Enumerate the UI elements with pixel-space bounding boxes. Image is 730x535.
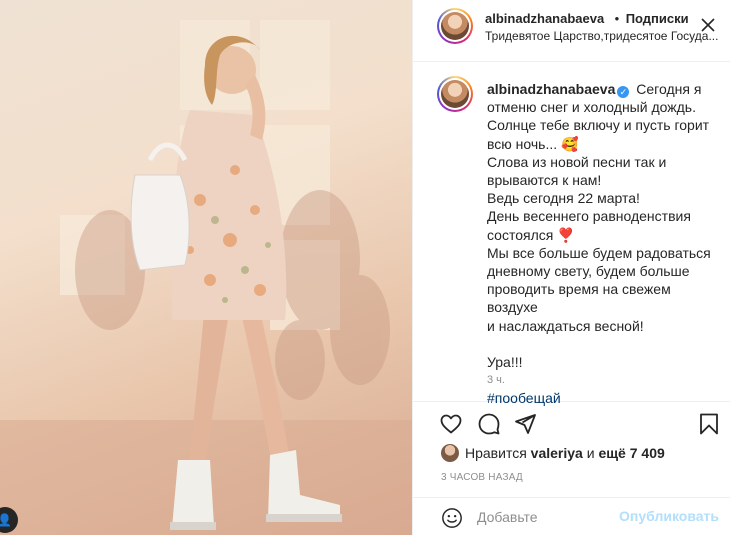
add-comment-bar: Опубликовать bbox=[413, 497, 730, 535]
author-avatar[interactable] bbox=[437, 8, 473, 44]
caption-line: Ура!!! bbox=[487, 354, 523, 371]
bookmark-icon[interactable] bbox=[697, 412, 721, 436]
caption-author-avatar[interactable] bbox=[437, 76, 473, 112]
liker-avatar[interactable] bbox=[441, 444, 459, 462]
caption-author-username[interactable]: albinadzhanabaeva bbox=[487, 81, 615, 97]
likes-text: Нравится valeriya и ещё 7 409 bbox=[465, 445, 665, 461]
post-timestamp[interactable]: 3 ЧАСОВ НАЗАД bbox=[441, 472, 523, 483]
caption-time-ago[interactable]: 3 ч. bbox=[487, 374, 505, 386]
caption-avatar-image bbox=[441, 80, 469, 108]
post-actions-bar bbox=[413, 402, 730, 446]
post-location[interactable]: Тридевятое Царство,тридесятое Госуда... bbox=[485, 29, 718, 43]
follow-separator: • bbox=[614, 11, 620, 26]
caption-line: проводить время на свежем воздухе bbox=[487, 281, 671, 316]
photo-illustration bbox=[0, 20, 412, 535]
publish-comment-button[interactable]: Опубликовать bbox=[619, 508, 719, 524]
liker-username[interactable]: valeriya bbox=[531, 445, 583, 461]
comment-input[interactable] bbox=[477, 506, 617, 528]
paper-plane-icon[interactable] bbox=[513, 412, 537, 436]
heart-icon[interactable] bbox=[439, 412, 463, 436]
likes-prefix: Нравится bbox=[465, 445, 527, 461]
caption-line: Мы все больше будем радоваться bbox=[487, 244, 711, 261]
caption-line: отменю снег и холодный дождь. bbox=[487, 99, 696, 116]
caption-line: Ведь сегодня 22 марта! bbox=[487, 190, 640, 207]
author-username[interactable]: albinadzhanabaeva bbox=[485, 11, 604, 26]
comment-bubble-icon[interactable] bbox=[477, 412, 501, 436]
post-caption: albinadzhanabaeva ✓ Сегодня я отменю снег… bbox=[487, 80, 723, 408]
smiley-icon[interactable] bbox=[441, 507, 463, 529]
verified-badge-icon: ✓ bbox=[617, 86, 630, 98]
post-header: albinadzhanabaeva • Подписки Тридевятое … bbox=[413, 0, 730, 62]
caption-line: День весеннего равноденствия bbox=[487, 208, 691, 225]
comments-area: albinadzhanabaeva ✓ Сегодня я отменю снег… bbox=[413, 62, 730, 406]
author-avatar-image bbox=[441, 12, 469, 40]
follow-button[interactable]: Подписки bbox=[626, 11, 689, 26]
likes-count-link[interactable]: ещё 7 409 bbox=[598, 445, 664, 461]
post-photo[interactable]: 👤 bbox=[0, 0, 412, 535]
caption-line: и наслаждаться весной! bbox=[487, 317, 644, 334]
caption-line: Слова из новой песни так и bbox=[487, 153, 667, 170]
more-dots-icon[interactable] bbox=[699, 16, 717, 34]
likes-middle: и bbox=[586, 445, 595, 461]
caption-line: всю ночь... 🥰 bbox=[487, 135, 579, 152]
caption-line: дневному свету, будем больше bbox=[487, 263, 690, 280]
caption-line: состоялся ❣️ bbox=[487, 226, 575, 243]
post-side-panel: albinadzhanabaeva • Подписки Тридевятое … bbox=[412, 0, 730, 535]
caption-line: врываются к нам! bbox=[487, 172, 602, 189]
caption-line: Сегодня я bbox=[636, 81, 702, 97]
caption-line: Солнце тебе включу и пусть горит bbox=[487, 117, 710, 134]
